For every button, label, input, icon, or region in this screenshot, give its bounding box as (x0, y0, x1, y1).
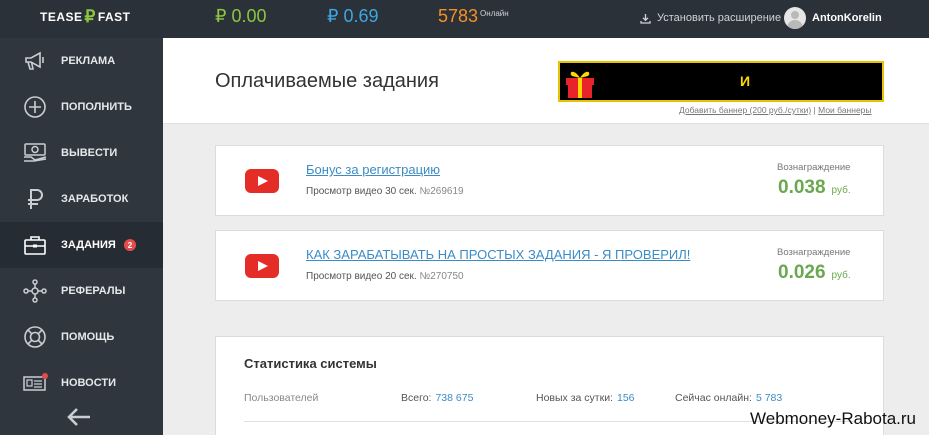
add-banner-link[interactable]: Добавить баннер (200 руб./сутки) (679, 105, 811, 115)
youtube-icon (245, 169, 279, 198)
page-title: Оплачиваемые задания (215, 70, 439, 92)
cash-icon (22, 141, 48, 165)
youtube-icon (245, 254, 279, 283)
network-icon (22, 279, 48, 303)
my-banners-link[interactable]: Мои баннеры (818, 105, 871, 115)
online-users-value: 5 783 (755, 392, 783, 404)
total-users-stat: Всего: 738 675 (401, 392, 473, 404)
sidebar-item-label: ЗАДАНИЯ (61, 239, 116, 251)
task-number: №270750 (419, 271, 464, 282)
new-users-label: Новых за сутки: (536, 392, 613, 404)
banner-links: Добавить баннер (200 руб./сутки) | Мои б… (679, 105, 872, 115)
total-users-value: 738 675 (435, 392, 474, 404)
ads-balance[interactable]: ₽ 0.69 (327, 6, 379, 27)
task-description: Просмотр видео 30 сек. №269619 (306, 186, 464, 197)
username: AntonKorelin (812, 12, 882, 24)
sidebar-item-news[interactable]: НОВОСТИ (0, 360, 163, 406)
avatar (784, 7, 806, 29)
reward-currency: руб. (831, 185, 851, 196)
install-extension-link[interactable]: Установить расширение (640, 12, 781, 24)
online-users-stat: Сейчас онлайн: 5 783 (675, 392, 782, 404)
online-counter: 5783 Онлайн (438, 6, 509, 27)
task-title-link[interactable]: КАК ЗАРАБАТЫВАТЬ НА ПРОСТЫХ ЗАДАНИЯ - Я … (306, 247, 690, 262)
tasks-count-badge: 2 (124, 239, 136, 251)
stats-title: Статистика системы (244, 356, 377, 371)
sidebar-item-ads[interactable]: РЕКЛАМА (0, 38, 163, 84)
collapse-sidebar-button[interactable] (66, 407, 92, 432)
task-description: Просмотр видео 20 сек. №270750 (306, 271, 464, 282)
reward-label: Вознаграждение (777, 162, 851, 173)
sidebar-item-label: РЕФЕРАЛЫ (61, 285, 126, 297)
briefcase-icon (22, 233, 48, 257)
task-number: №269619 (419, 186, 464, 197)
gift-icon (564, 66, 596, 104)
ad-banner[interactable]: И (558, 61, 884, 102)
new-users-value: 156 (616, 392, 635, 404)
logo-ruble-symbol: ₽ (84, 7, 96, 26)
install-extension-label: Установить расширение (657, 12, 782, 24)
task-duration: Просмотр видео 30 сек. (306, 186, 417, 197)
users-row-label: Пользователей (244, 392, 319, 404)
sidebar-item-deposit[interactable]: ПОПОЛНИТЬ (0, 84, 163, 130)
banner-text: И (740, 73, 751, 89)
new-users-stat: Новых за сутки: 156 (536, 392, 635, 404)
online-users-label: Сейчас онлайн: (675, 392, 752, 404)
sidebar-item-earnings[interactable]: ЗАРАБОТОК (0, 176, 163, 222)
logo-left-text: TEASE (40, 10, 83, 24)
task-title-link[interactable]: Бонус за регистрацию (306, 162, 440, 177)
top-bar: TEASE ₽ FAST ₽ 0.00 ₽ 0.69 5783 Онлайн Ус… (0, 0, 929, 38)
online-label: Онлайн (480, 9, 509, 18)
reward-amount: 0.026 руб. (778, 262, 851, 284)
download-icon (640, 13, 651, 24)
newspaper-icon (22, 371, 48, 395)
online-count: 5783 (438, 6, 479, 26)
reward-value: 0.026 (778, 262, 826, 283)
sidebar-item-label: НОВОСТИ (61, 377, 117, 389)
sidebar-item-label: ПОПОЛНИТЬ (61, 101, 132, 113)
link-separator: | (813, 105, 816, 115)
sidebar-item-referrals[interactable]: РЕФЕРАЛЫ (0, 268, 163, 314)
plus-circle-icon (22, 95, 48, 119)
reward-currency: руб. (831, 270, 851, 281)
lifebuoy-icon (22, 325, 48, 349)
page-header: Оплачиваемые задания И Добавить баннер (… (163, 38, 929, 124)
sidebar-item-label: ЗАРАБОТОК (61, 193, 129, 205)
reward-value: 0.038 (778, 177, 826, 198)
sidebar-item-label: РЕКЛАМА (61, 55, 116, 67)
task-card[interactable]: Бонус за регистрацию Просмотр видео 30 с… (215, 145, 884, 216)
task-card[interactable]: КАК ЗАРАБАТЫВАТЬ НА ПРОСТЫХ ЗАДАНИЯ - Я … (215, 230, 884, 301)
sidebar-item-withdraw[interactable]: ВЫВЕСТИ (0, 130, 163, 176)
sidebar: РЕКЛАМА ПОПОЛНИТЬ ВЫВЕСТИ ЗАРАБОТОК ЗАДА… (0, 38, 163, 435)
arrow-left-icon (67, 408, 90, 426)
logo-right-text: FAST (97, 10, 131, 24)
sidebar-item-help[interactable]: ПОМОЩЬ (0, 314, 163, 360)
sidebar-item-label: ВЫВЕСТИ (61, 147, 118, 159)
sidebar-item-label: ПОМОЩЬ (61, 331, 115, 343)
ruble-icon (22, 187, 48, 211)
task-duration: Просмотр видео 20 сек. (306, 271, 417, 282)
watermark: Webmoney-Rabota.ru (750, 409, 916, 428)
megaphone-icon (22, 49, 48, 73)
reward-amount: 0.038 руб. (778, 177, 851, 199)
main-balance[interactable]: ₽ 0.00 (215, 6, 267, 27)
sidebar-item-tasks[interactable]: ЗАДАНИЯ 2 (0, 222, 163, 268)
reward-label: Вознаграждение (777, 247, 851, 258)
logo[interactable]: TEASE ₽ FAST (40, 7, 131, 26)
total-users-label: Всего: (401, 392, 432, 404)
user-menu[interactable]: AntonKorelin (784, 7, 882, 29)
